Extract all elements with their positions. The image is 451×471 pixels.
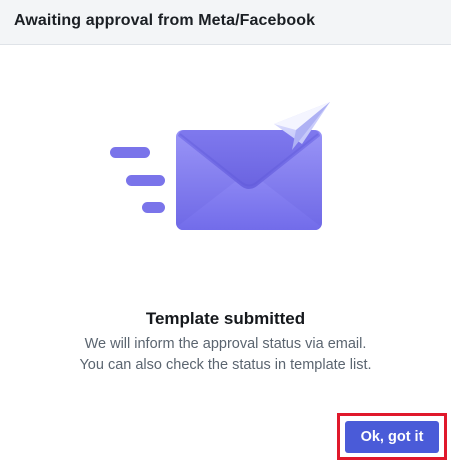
envelope-illustration [110, 102, 330, 230]
envelope-icon [176, 130, 322, 230]
success-title: Template submitted [145, 309, 306, 328]
ok-got-it-button[interactable]: Ok, got it [345, 421, 439, 453]
dialog-title: Awaiting approval from Meta/Facebook [14, 12, 316, 29]
dialog-header: Awaiting approval from Meta/Facebook [0, 0, 451, 45]
motion-lines [110, 147, 165, 213]
motion-line-middle [126, 175, 165, 186]
motion-line-top [110, 147, 150, 158]
motion-line-bottom [142, 202, 165, 213]
success-message: We will inform the approval status via e… [0, 334, 451, 376]
message-line-1: We will inform the approval status via e… [84, 336, 367, 352]
approval-dialog: Awaiting approval from Meta/Facebook Tem… [0, 0, 451, 471]
message-line-2: You can also check the status in templat… [79, 357, 372, 373]
